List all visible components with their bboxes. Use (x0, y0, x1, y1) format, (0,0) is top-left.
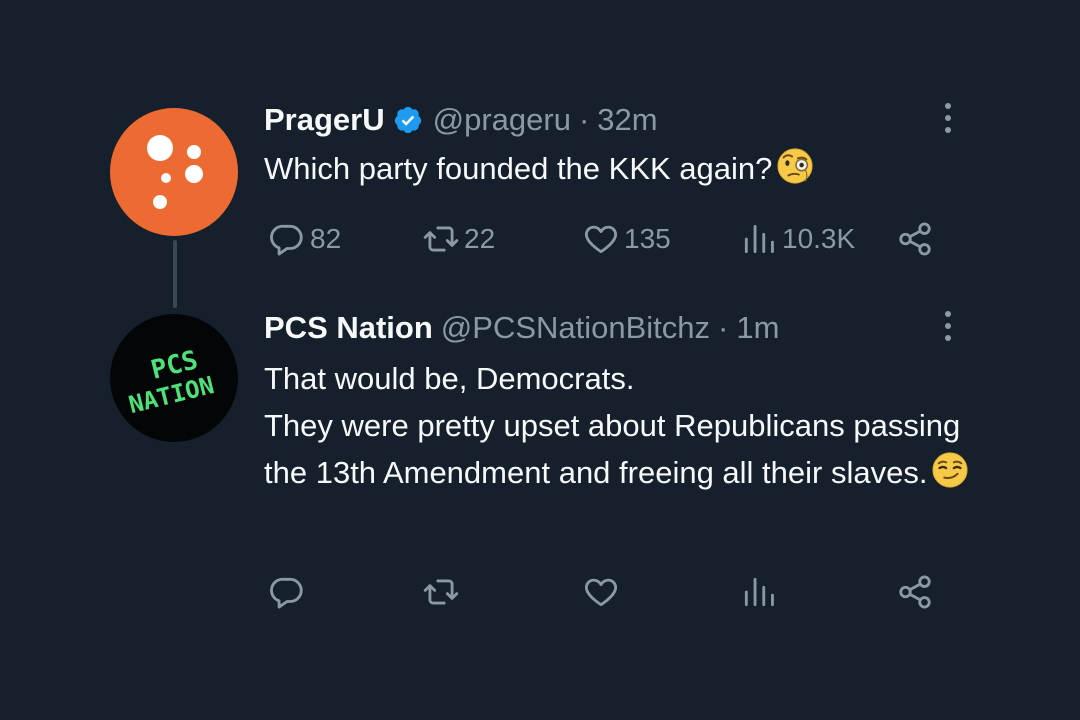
separator-dot: · (578, 102, 590, 137)
views-chart-icon (744, 224, 774, 254)
handle[interactable]: @prageru (433, 100, 571, 140)
retweet-icon (423, 226, 459, 252)
views-chart-icon (744, 577, 774, 607)
like-button[interactable]: 135 (582, 217, 671, 261)
separator-dot: · (718, 310, 729, 345)
reply-button[interactable] (268, 570, 306, 614)
tweet-header: PragerU @prageru · 32m (264, 100, 658, 140)
timestamp[interactable]: 1m (736, 308, 779, 348)
tweet-text-line: That would be, Democrats. (264, 361, 635, 396)
display-name[interactable]: PragerU (264, 100, 385, 140)
reply-button[interactable]: 82 (268, 217, 341, 261)
share-button[interactable] (896, 217, 934, 261)
tweet-actions (264, 570, 954, 614)
reply-icon (270, 577, 303, 609)
handle[interactable]: @PCSNationBitchz (441, 308, 710, 348)
tweet-header: PCS Nation @PCSNationBitchz · 1m (264, 308, 779, 348)
like-button[interactable] (582, 570, 620, 614)
reply-icon (270, 224, 303, 256)
thread-connector-line (173, 240, 177, 308)
verified-badge-icon (394, 106, 421, 134)
share-button[interactable] (896, 570, 934, 614)
reply-count: 82 (310, 223, 342, 254)
more-options-icon[interactable] (938, 308, 958, 344)
avatar[interactable] (110, 108, 238, 236)
share-icon (899, 575, 931, 609)
avatar[interactable]: PCS NATION (110, 314, 238, 442)
share-icon (899, 222, 931, 256)
tweet-prageru[interactable]: PragerU @prageru · 32m Which party found… (0, 0, 1080, 310)
like-count: 135 (624, 223, 671, 254)
views-button[interactable] (740, 570, 778, 614)
tweet-text: Which party founded the KKK again? (264, 145, 984, 192)
retweet-button[interactable] (422, 570, 460, 614)
smirking-face-icon (932, 452, 969, 488)
timestamp[interactable]: 32m (597, 100, 657, 140)
pcs-nation-logo: PCS NATION (126, 345, 217, 419)
tweet-text-line: They were pretty upset about Republicans… (264, 408, 961, 490)
retweet-button[interactable]: 22 (422, 217, 495, 261)
tweet-text-line: Which party founded the KKK again? (264, 151, 773, 186)
retweet-icon (423, 579, 459, 605)
heart-icon (584, 578, 618, 607)
more-options-icon[interactable] (938, 100, 958, 136)
tweet-pcs-nation[interactable]: PCS NATION PCS Nation @PCSNationBitchz ·… (0, 300, 1080, 720)
prageru-logo-icon (147, 135, 203, 209)
tweet-text: That would be, Democrats. They were pret… (264, 355, 984, 496)
retweet-count: 22 (464, 223, 496, 254)
tweet-thread: PragerU @prageru · 32m Which party found… (0, 0, 1080, 720)
face-with-monocle-icon (777, 148, 813, 184)
tweet-actions: 82 22 135 10.3K (264, 217, 954, 261)
views-count: 10.3K (782, 223, 856, 254)
display-name[interactable]: PCS Nation (264, 308, 433, 348)
views-button[interactable]: 10.3K (740, 217, 855, 261)
heart-icon (584, 225, 618, 254)
